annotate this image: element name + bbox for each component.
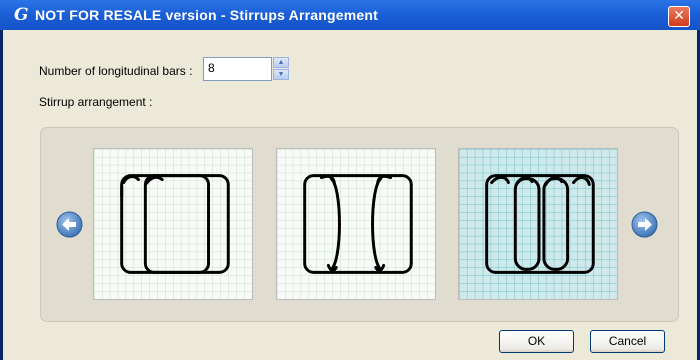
spin-up-button[interactable]: ▲ (273, 57, 289, 68)
close-button[interactable]: ✕ (668, 6, 690, 27)
stirrup-arrangement-label: Stirrup arrangement : (39, 95, 153, 109)
close-icon: ✕ (673, 8, 685, 24)
longitudinal-bars-value: 8 (208, 61, 215, 75)
next-arrangement-button[interactable] (631, 211, 658, 238)
dialog-body: Number of longitudinal bars : 8 ▲ ▼ Stir… (3, 30, 697, 360)
arrangement-thumbnail-1[interactable] (93, 148, 253, 300)
ok-button[interactable]: OK (499, 330, 574, 353)
arrangement-thumbnail-2[interactable] (276, 148, 436, 300)
arrangement-gallery (40, 127, 679, 322)
app-logo-icon: G (14, 5, 29, 25)
cancel-button[interactable]: Cancel (590, 330, 665, 353)
longitudinal-bars-label: Number of longitudinal bars : (39, 64, 193, 78)
spin-down-button[interactable]: ▼ (273, 69, 289, 80)
spin-down-icon: ▼ (277, 71, 285, 78)
spin-up-icon: ▲ (277, 59, 285, 66)
longitudinal-bars-input[interactable]: 8 (203, 57, 272, 81)
arrangement-thumbnail-3-selected[interactable] (458, 148, 618, 300)
dialog-window: G NOT FOR RESALE version - Stirrups Arra… (0, 0, 700, 360)
window-title: NOT FOR RESALE version - Stirrups Arrang… (35, 7, 378, 23)
longitudinal-bars-spinner: ▲ ▼ (273, 57, 289, 81)
title-bar[interactable]: G NOT FOR RESALE version - Stirrups Arra… (0, 0, 700, 30)
previous-arrangement-button[interactable] (56, 211, 83, 238)
